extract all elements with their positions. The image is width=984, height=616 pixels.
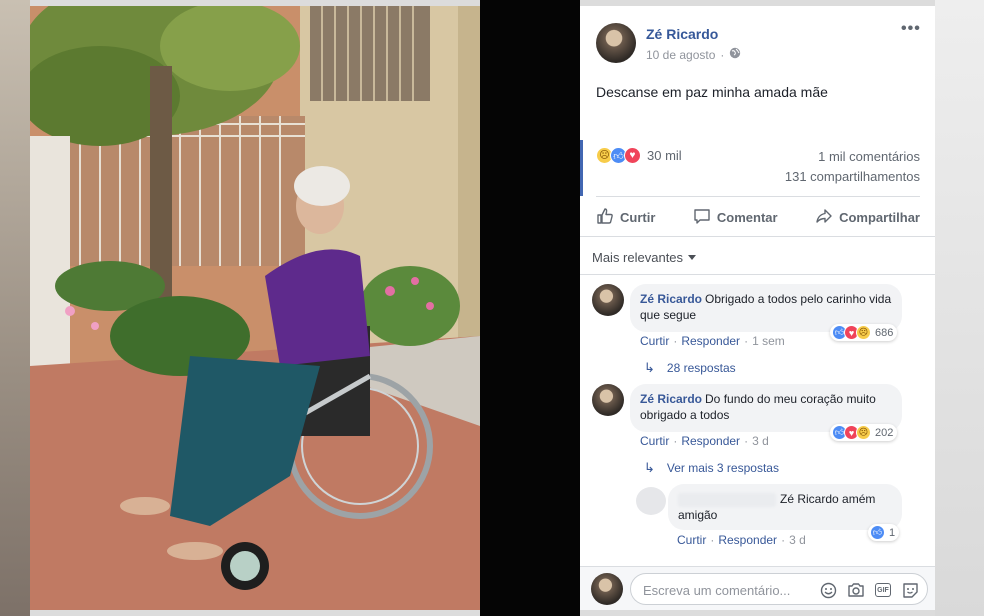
reply-bubble: Zé Ricardo amém amigão xyxy=(668,484,902,530)
share-arrow-icon xyxy=(815,207,833,228)
blurred-background-right xyxy=(935,0,984,616)
comment-filter-label: Mais relevantes xyxy=(592,250,684,265)
blurred-background-left xyxy=(0,0,30,616)
author-avatar[interactable] xyxy=(596,23,636,63)
sad-reaction-icon: ☹ xyxy=(856,325,871,340)
comment-like-link[interactable]: Curtir xyxy=(640,334,669,348)
view-more-replies-link[interactable]: ↳ Ver mais 3 respostas xyxy=(644,460,779,476)
like-label: Curtir xyxy=(620,209,656,225)
comment-reply-link[interactable]: Responder xyxy=(681,434,740,448)
comment-time[interactable]: 3 d xyxy=(752,434,769,448)
comment-author[interactable]: Zé Ricardo xyxy=(640,292,702,306)
camera-icon[interactable] xyxy=(847,581,865,599)
comment-author[interactable]: Zé Ricardo xyxy=(640,392,702,406)
reply-like-link[interactable]: Curtir xyxy=(677,533,706,547)
reply-text-line1: Zé Ricardo amém xyxy=(780,492,876,506)
shares-count-link[interactable]: 131 compartilhamentos xyxy=(785,169,920,184)
redacted-author-name xyxy=(678,492,776,507)
divider xyxy=(596,196,920,197)
reply-reactions[interactable]: 👍︎ 1 xyxy=(868,524,900,541)
reply-actions: Curtir · Responder · 3 d xyxy=(677,533,806,547)
post-meta: 10 de agosto · xyxy=(646,47,741,62)
post-actions: Curtir Comentar Compartilhar xyxy=(596,203,920,231)
comment-reaction-count: 686 xyxy=(875,326,894,339)
divider xyxy=(580,236,935,237)
reply-avatar[interactable] xyxy=(636,487,666,515)
share-button[interactable]: Compartilhar xyxy=(815,207,920,228)
focus-indicator xyxy=(580,140,583,196)
chevron-down-icon xyxy=(688,255,697,260)
commenter-avatar[interactable] xyxy=(592,384,624,416)
sticker-icon[interactable] xyxy=(901,581,919,599)
comments-count-link[interactable]: 1 mil comentários xyxy=(818,149,920,164)
comment-like-link[interactable]: Curtir xyxy=(640,434,669,448)
post-panel: Zé Ricardo 10 de agosto · ••• Descanse e… xyxy=(580,6,935,610)
comment-reply-link[interactable]: Responder xyxy=(681,334,740,348)
composer-icons: GIF xyxy=(819,581,919,599)
post-photo[interactable] xyxy=(30,6,480,610)
reply-reply-link[interactable]: Responder xyxy=(718,533,777,547)
divider xyxy=(580,274,935,275)
comment-actions: Curtir · Responder · 3 d xyxy=(640,434,769,448)
author-name[interactable]: Zé Ricardo xyxy=(646,26,718,42)
post-text: Descanse em paz minha amada mãe xyxy=(596,84,828,100)
comment-input[interactable] xyxy=(643,581,808,599)
post-date[interactable]: 10 de agosto xyxy=(646,48,715,62)
smiley-icon[interactable] xyxy=(819,581,837,599)
globe-icon xyxy=(729,47,741,62)
view-replies-label: 28 respostas xyxy=(666,361,736,375)
gif-icon[interactable]: GIF xyxy=(875,583,891,597)
comment-input-wrapper[interactable]: GIF xyxy=(630,573,928,605)
comment-reactions[interactable]: 👍︎ ♥ ☹ 686 xyxy=(830,324,898,341)
comment-label: Comentar xyxy=(716,209,778,225)
more-options-icon[interactable]: ••• xyxy=(901,20,921,38)
comment-reaction-count: 202 xyxy=(875,426,894,439)
reply-arrow-icon: ↳ xyxy=(644,460,655,475)
reply-time[interactable]: 3 d xyxy=(789,533,806,547)
reply-arrow-icon: ↳ xyxy=(644,360,655,375)
love-reaction-icon: ♥ xyxy=(624,147,641,164)
comment-button[interactable]: Comentar xyxy=(693,207,778,228)
speech-bubble-icon xyxy=(693,207,711,228)
reaction-count: 30 mil xyxy=(647,148,682,163)
share-label: Compartilhar xyxy=(839,209,920,225)
comment-time[interactable]: 1 sem xyxy=(752,334,785,348)
like-reaction-icon: 👍︎ xyxy=(870,525,885,540)
view-replies-label: Ver mais 3 respostas xyxy=(666,461,779,475)
thumbs-up-icon xyxy=(596,207,614,228)
view-replies-link[interactable]: ↳ 28 respostas xyxy=(644,360,736,376)
photo-illustration xyxy=(30,6,480,610)
comment-actions: Curtir · Responder · 1 sem xyxy=(640,334,785,348)
reply-text-line2: amigão xyxy=(678,508,718,522)
sad-reaction-icon: ☹ xyxy=(856,425,871,440)
commenter-avatar[interactable] xyxy=(592,284,624,316)
comment-composer: GIF xyxy=(580,566,935,610)
comment-reactions[interactable]: 👍︎ ♥ ☹ 202 xyxy=(830,424,898,441)
reply-reaction-count: 1 xyxy=(889,526,896,539)
like-button[interactable]: Curtir xyxy=(596,207,655,228)
reaction-summary[interactable]: ☹ 👍︎ ♥ 30 mil xyxy=(596,147,682,164)
dot-separator: · xyxy=(720,47,725,62)
comment-filter-dropdown[interactable]: Mais relevantes xyxy=(592,250,697,265)
photo-viewer-backdrop xyxy=(480,0,580,616)
current-user-avatar[interactable] xyxy=(591,573,623,605)
